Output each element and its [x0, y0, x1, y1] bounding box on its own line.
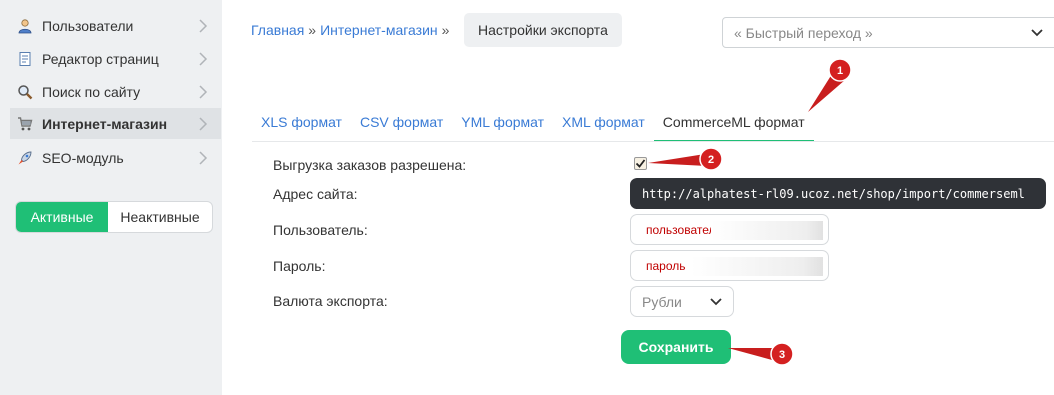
quick-jump-value: « Быстрый переход » [734, 24, 873, 41]
shopping-cart-icon [16, 115, 34, 133]
currency-select-value: Рубли [642, 293, 682, 310]
breadcrumb-link-shop[interactable]: Интернет-магазин [320, 22, 438, 38]
orders-export-checkbox[interactable] [634, 157, 647, 170]
users-icon [16, 17, 34, 35]
checkmark-icon [635, 159, 646, 168]
breadcrumb-separator: » [308, 22, 317, 38]
site-address-value: http://alphatest-rl09.ucoz.net/shop/impo… [630, 178, 1046, 209]
annotation-callout-2: 2 [648, 147, 723, 171]
sidebar-item-label: Редактор страниц [42, 50, 159, 67]
tab-xls[interactable]: XLS формат [252, 112, 351, 142]
chevron-right-icon [193, 82, 213, 102]
sidebar-item-label: Поиск по сайту [42, 83, 141, 100]
user-field[interactable]: пользователь [630, 214, 829, 245]
breadcrumb-link-home[interactable]: Главная [251, 22, 304, 38]
search-icon [16, 83, 34, 101]
tab-commerceml[interactable]: CommerceML формат [653, 112, 814, 142]
currency-label: Валюта экспорта: [273, 293, 388, 309]
active-toggle-button[interactable]: Активные [16, 202, 108, 232]
annotation-number-3: 3 [779, 349, 785, 361]
inactive-toggle-button[interactable]: Неактивные [108, 202, 212, 232]
chevron-right-icon [193, 148, 213, 168]
sidebar-item-label: SEO-модуль [42, 149, 124, 166]
sidebar-item-label: Пользователи [42, 17, 134, 34]
sidebar-item-online-shop[interactable]: Интернет-магазин [10, 108, 221, 139]
tabs-divider [252, 141, 1054, 142]
page: Пользователи Редактор страниц Поиск по с… [0, 0, 1054, 395]
quick-jump-select[interactable]: « Быстрый переход » [722, 17, 1054, 48]
user-label: Пользователь: [273, 222, 368, 238]
sidebar-item-site-search[interactable]: Поиск по сайту [10, 76, 221, 107]
chevron-right-icon [193, 114, 213, 134]
password-field-value: пароль [646, 258, 686, 273]
annotation-callout-1: 1 [808, 58, 852, 112]
sidebar: Пользователи Редактор страниц Поиск по с… [0, 0, 222, 395]
tab-xml[interactable]: XML формат [553, 112, 654, 142]
sidebar-item-users[interactable]: Пользователи [10, 10, 221, 41]
currency-select[interactable]: Рубли [630, 286, 734, 317]
annotation-number-2: 2 [708, 154, 714, 166]
tab-yml[interactable]: YML формат [452, 112, 553, 142]
page-title: Настройки экспорта [464, 13, 622, 47]
rocket-icon [16, 149, 34, 167]
password-label: Пароль: [273, 258, 326, 274]
orders-export-label: Выгрузка заказов разрешена: [273, 157, 467, 173]
save-button[interactable]: Сохранить [621, 330, 731, 364]
password-field[interactable]: пароль [630, 250, 829, 281]
redaction-blur [691, 257, 823, 276]
format-tabs: XLS формат CSV формат YML формат XML фор… [252, 112, 814, 142]
breadcrumb-separator: » [441, 22, 450, 38]
chevron-right-icon [193, 16, 213, 36]
annotation-number-1: 1 [837, 65, 843, 77]
page-editor-icon [16, 50, 34, 68]
chevron-down-icon [708, 293, 724, 312]
chevron-right-icon [193, 49, 213, 69]
redaction-blur [711, 221, 823, 240]
tab-csv[interactable]: CSV формат [351, 112, 452, 142]
sidebar-item-seo[interactable]: SEO-модуль [10, 142, 221, 173]
breadcrumb: Главная » Интернет-магазин » [251, 22, 453, 38]
chevron-down-icon [1029, 24, 1045, 43]
active-inactive-toggle: Активные Неактивные [15, 201, 213, 233]
sidebar-item-label: Интернет-магазин [42, 115, 168, 132]
annotation-callout-3: 3 [728, 342, 794, 366]
site-address-label: Адрес сайта: [273, 186, 358, 202]
sidebar-item-page-editor[interactable]: Редактор страниц [10, 43, 221, 74]
